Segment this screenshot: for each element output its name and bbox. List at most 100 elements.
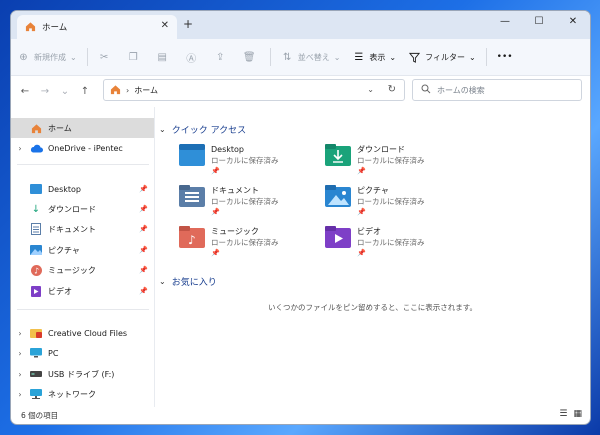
- details-view-icon[interactable]: ☰: [559, 409, 567, 419]
- new-button[interactable]: ⊕ 新規作成 ⌄: [11, 45, 83, 69]
- sidebar-item-label: ネットワーク: [48, 389, 96, 399]
- sidebar-item-label: ミュージック: [48, 265, 96, 275]
- rename-button[interactable]: Ⓐ: [179, 45, 208, 69]
- close-window-button[interactable]: ✕: [556, 11, 590, 31]
- clipboard-icon: ▤: [157, 51, 167, 63]
- sidebar-item-label: ドキュメント: [48, 224, 96, 234]
- pin-icon[interactable]: 📌: [139, 287, 148, 295]
- sidebar-item-videos[interactable]: ビデオ 📌: [11, 281, 154, 301]
- chevron-down-icon[interactable]: ⌄: [367, 85, 374, 94]
- chevron-right-icon[interactable]: ›: [11, 329, 29, 338]
- search-input[interactable]: ホームの検索: [412, 79, 582, 101]
- pin-icon[interactable]: 📌: [139, 185, 148, 193]
- pin-icon: 📌: [211, 167, 220, 175]
- pin-icon[interactable]: 📌: [139, 205, 148, 213]
- share-icon: ⇪: [216, 51, 225, 63]
- sidebar-item-pictures[interactable]: ピクチャ 📌: [11, 240, 154, 260]
- pin-icon[interactable]: 📌: [139, 266, 148, 274]
- item-status: ローカルに保存済み: [357, 156, 425, 165]
- item-status: ローカルに保存済み: [357, 197, 425, 206]
- sidebar-item-creative-cloud[interactable]: › Creative Cloud Files: [11, 323, 154, 343]
- rename-icon: Ⓐ: [186, 53, 197, 65]
- status-bar: 6 個の項目 ☰ ▦: [11, 407, 590, 424]
- item-name: ピクチャ: [357, 186, 389, 195]
- chevron-right-icon[interactable]: ›: [11, 370, 29, 379]
- item-name: ビデオ: [357, 227, 381, 236]
- navigation-pane: ホーム › OneDrive - iPentec Desktop 📌 ↓ ダウン…: [11, 107, 155, 407]
- home-icon: [110, 84, 121, 97]
- cut-button[interactable]: ✂: [92, 45, 121, 69]
- item-status: ローカルに保存済み: [211, 197, 279, 206]
- download-icon: ↓: [31, 203, 41, 215]
- creative-cloud-folder-icon: [29, 327, 43, 339]
- pin-icon: 📌: [211, 249, 220, 257]
- quick-access-header[interactable]: ⌄ クイック アクセス: [159, 123, 246, 136]
- picture-icon: [29, 244, 43, 256]
- quick-access-item-desktop[interactable]: Desktop ローカルに保存済み 📌: [179, 144, 279, 177]
- address-row: ← → ⌄ ↑ › ホーム ⌄ ↻ ホームの検索: [11, 75, 590, 107]
- favorites-empty-message: いくつかのファイルをピン留めすると、ここに表示されます。: [268, 303, 477, 312]
- sidebar-item-music[interactable]: ♪ ミュージック 📌: [11, 260, 154, 280]
- item-name: ミュージック: [211, 227, 259, 236]
- pin-icon: 📌: [357, 249, 366, 257]
- explorer-window: ホーム ✕ + — ☐ ✕ ⊕ 新規作成 ⌄ ✂ ❐ ▤ Ⓐ ⇪ 🗑 ⇅ 並べ替…: [10, 10, 591, 425]
- sort-button[interactable]: ⇅ 並べ替え ⌄: [275, 45, 347, 69]
- search-placeholder: ホームの検索: [437, 85, 485, 95]
- sidebar-item-home[interactable]: ホーム: [11, 118, 154, 138]
- address-path[interactable]: ホーム: [134, 85, 158, 96]
- quick-access-item-documents[interactable]: ドキュメント ローカルに保存済み 📌: [179, 185, 279, 218]
- sidebar-item-label: Desktop: [48, 184, 81, 194]
- chevron-right-icon[interactable]: ›: [11, 144, 29, 153]
- more-icon: •••: [496, 52, 513, 62]
- filter-button[interactable]: フィルター ⌄: [402, 45, 482, 69]
- pin-icon[interactable]: 📌: [139, 246, 148, 254]
- title-bar: ホーム ✕ + — ☐ ✕: [11, 11, 590, 39]
- close-tab-icon[interactable]: ✕: [161, 20, 169, 31]
- chevron-right-icon[interactable]: ›: [11, 390, 29, 399]
- music-icon: ♪: [29, 264, 43, 276]
- sidebar-item-onedrive[interactable]: › OneDrive - iPentec: [11, 138, 154, 158]
- delete-button[interactable]: 🗑: [237, 45, 266, 69]
- pin-icon[interactable]: 📌: [139, 225, 148, 233]
- sidebar-item-network[interactable]: › ネットワーク: [11, 384, 154, 404]
- sidebar-item-documents[interactable]: ドキュメント 📌: [11, 219, 154, 239]
- up-button[interactable]: ↑: [75, 86, 95, 97]
- sidebar-item-label: OneDrive - iPentec: [48, 143, 123, 153]
- quick-access-item-music[interactable]: ♪ ミュージック ローカルに保存済み 📌: [179, 226, 279, 259]
- chevron-down-icon: ⌄: [159, 125, 166, 134]
- minimize-button[interactable]: —: [488, 11, 522, 31]
- sidebar-item-usb-drive[interactable]: › USB ドライブ (F:): [11, 364, 154, 384]
- view-button[interactable]: ☰ 表示 ⌄: [346, 45, 402, 69]
- quick-access-item-videos[interactable]: ビデオ ローカルに保存済み 📌: [325, 226, 425, 259]
- sort-icon: ⇅: [283, 51, 292, 63]
- monitor-icon: [29, 347, 43, 359]
- quick-access-item-pictures[interactable]: ピクチャ ローカルに保存済み 📌: [325, 185, 425, 218]
- address-bar[interactable]: › ホーム ⌄ ↻: [103, 79, 405, 101]
- tiles-view-icon[interactable]: ▦: [573, 409, 582, 419]
- video-icon: [29, 285, 43, 297]
- copy-button[interactable]: ❐: [121, 45, 150, 69]
- forward-button[interactable]: →: [35, 86, 55, 97]
- new-tab-button[interactable]: +: [183, 17, 193, 31]
- view-icon: ☰: [354, 51, 364, 63]
- chevron-right-icon[interactable]: ›: [11, 349, 29, 358]
- more-options-button[interactable]: •••: [491, 45, 519, 69]
- network-icon: [29, 388, 43, 400]
- share-button[interactable]: ⇪: [208, 45, 237, 69]
- back-button[interactable]: ←: [15, 86, 35, 97]
- maximize-button[interactable]: ☐: [522, 11, 556, 31]
- tab-home[interactable]: ホーム ✕: [17, 15, 177, 39]
- quick-access-item-downloads[interactable]: ダウンロード ローカルに保存済み 📌: [325, 144, 425, 177]
- sidebar-item-downloads[interactable]: ↓ ダウンロード 📌: [11, 199, 154, 219]
- refresh-icon[interactable]: ↻: [388, 84, 396, 95]
- paste-button[interactable]: ▤: [150, 45, 179, 69]
- sidebar-item-label: ホーム: [48, 123, 72, 133]
- plus-circle-icon: ⊕: [19, 51, 28, 63]
- window-controls: — ☐ ✕: [488, 11, 590, 31]
- desktop-folder-icon: [29, 183, 43, 195]
- favorites-header[interactable]: ⌄ お気に入り: [159, 275, 217, 288]
- recent-dropdown-button[interactable]: ⌄: [55, 86, 75, 97]
- filter-icon: [408, 51, 421, 64]
- sidebar-item-pc[interactable]: › PC: [11, 343, 154, 363]
- sidebar-item-desktop[interactable]: Desktop 📌: [11, 179, 154, 199]
